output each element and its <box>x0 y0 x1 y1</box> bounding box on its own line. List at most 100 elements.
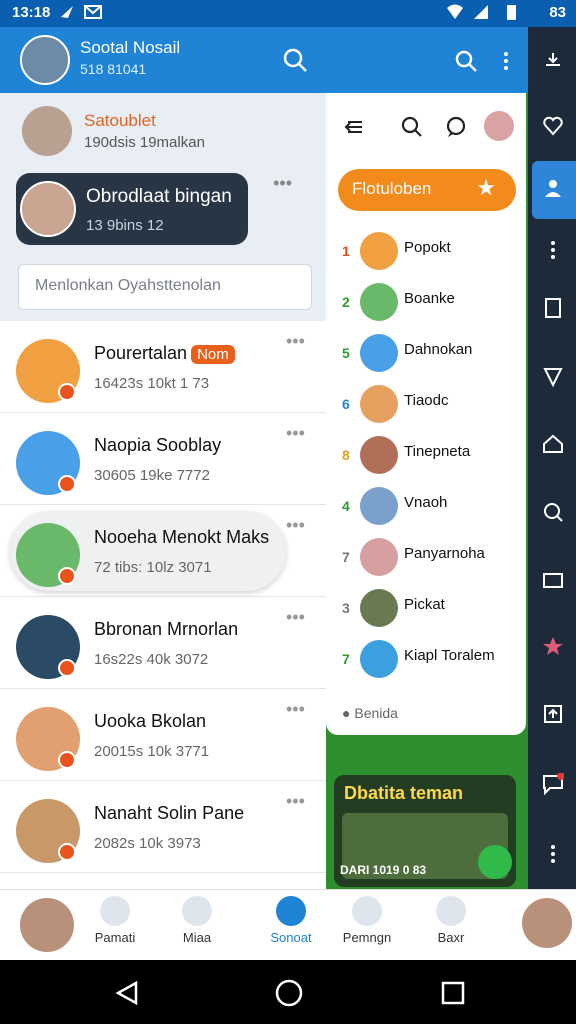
nav-label: Miaa <box>182 930 212 945</box>
more-icon[interactable]: ••• <box>273 173 292 194</box>
favorite-name: Vnaoh <box>404 494 448 511</box>
shield-icon[interactable] <box>542 365 564 387</box>
more-link[interactable]: ● Benida <box>342 705 398 721</box>
status-badge <box>58 383 76 401</box>
active-chat-pill[interactable]: Obrodlaat bingan 13 9bins 12 ••• <box>16 173 292 245</box>
chat-row[interactable]: Nooeha Menokt Maks 72 tibs: 10lz 3071 ••• <box>0 505 326 597</box>
more-icon[interactable]: ••• <box>286 515 305 536</box>
avatar <box>360 436 398 474</box>
status-badge <box>58 751 76 769</box>
favorite-item[interactable]: 6 Tiaodc <box>326 380 526 430</box>
nav-item-sonoat[interactable]: Sonoat <box>256 896 326 956</box>
favorite-item[interactable]: 4 Vnaoh <box>326 482 526 532</box>
rank-number: 5 <box>342 345 350 361</box>
more-icon[interactable]: ••• <box>286 607 305 628</box>
nav-item-pemngn[interactable]: Pemngn <box>332 896 402 956</box>
more-icon[interactable]: ••• <box>286 699 305 720</box>
favorite-item[interactable]: 7 Panyarnoha <box>326 533 526 583</box>
home-icon[interactable] <box>542 433 564 455</box>
status-badge <box>58 475 76 493</box>
chat-name-text: Nanaht Solin Pane <box>94 803 245 823</box>
heart-icon[interactable] <box>542 115 564 137</box>
recents-icon[interactable] <box>440 980 466 1006</box>
star-icon: ★ <box>476 175 496 200</box>
pinned-chat-name: Satoublet <box>84 111 156 130</box>
favorites-label: Flotuloben <box>352 179 432 198</box>
more-icon[interactable]: ••• <box>286 791 305 812</box>
status-bar: 13:18 83 <box>0 0 576 27</box>
rank-number: 7 <box>342 651 350 667</box>
favorite-name: Pickat <box>404 596 445 613</box>
mail-icon <box>84 5 102 19</box>
contacts-icon[interactable] <box>542 177 564 199</box>
favorites-panel: Flotuloben ★ 1 Popokt 2 Boanke 5 Dahnokan 6 Tia… <box>326 27 528 889</box>
favorites-button[interactable]: Flotuloben ★ <box>338 169 516 211</box>
more-icon[interactable]: ••• <box>286 331 305 352</box>
promo-card[interactable]: Dbatita teman DARI 1019 0 83 <box>334 775 516 887</box>
chat-bubble-icon[interactable] <box>444 115 468 139</box>
favorite-item[interactable]: 8 Tinepneta <box>326 431 526 481</box>
nav-item-miaa[interactable]: Miaa <box>162 896 232 956</box>
avatar <box>360 487 398 525</box>
chat-sub: 2082s 10k 3973 <box>94 835 201 852</box>
chat-row[interactable]: Uooka Bkolan 20015s 10k 3771 ••• <box>0 689 326 781</box>
profile-avatar[interactable] <box>20 35 70 85</box>
image-icon[interactable] <box>542 569 564 591</box>
search-icon[interactable] <box>282 47 308 73</box>
chat-row[interactable]: Bbronan Mrnorlan 16s22s 40k 3072 ••• <box>0 597 326 689</box>
avatar <box>360 334 398 372</box>
play-button[interactable] <box>478 845 512 879</box>
star-icon[interactable] <box>542 635 564 657</box>
avatar <box>360 589 398 627</box>
rank-number: 6 <box>342 396 350 412</box>
notification-icon <box>61 6 73 18</box>
chat-name-text: Bbronan Mrnorlan <box>94 619 239 639</box>
upload-icon[interactable] <box>542 703 564 725</box>
rank-number: 2 <box>342 294 350 310</box>
back-icon[interactable] <box>114 980 140 1006</box>
avatar[interactable] <box>20 898 74 952</box>
avatar[interactable] <box>484 111 514 141</box>
avatar <box>360 232 398 270</box>
search-input[interactable]: Menlonkan Oyahsttenolan <box>18 264 312 310</box>
nav-item-pamati[interactable]: Pamati <box>80 896 150 956</box>
more-vertical-icon[interactable] <box>494 49 518 73</box>
signal-icon <box>474 5 488 19</box>
avatar <box>22 106 72 156</box>
favorite-item[interactable]: 7 Kiapl Toralem <box>326 635 526 685</box>
chat-row[interactable]: Nanaht Solin Pane 2082s 10k 3973 ••• <box>0 781 326 873</box>
nav-icon <box>276 896 306 926</box>
nav-label: Pemngn <box>342 930 392 945</box>
favorite-item[interactable]: 2 Boanke <box>326 278 526 328</box>
nav-label: Sonoat <box>270 930 312 945</box>
more-icon[interactable]: ••• <box>286 423 305 444</box>
chat-icon[interactable] <box>542 773 564 795</box>
app-header: Sootal Nosail 518 81041 <box>0 27 326 93</box>
nav-item-baxr[interactable]: Baxr <box>416 896 486 956</box>
favorite-item[interactable]: 5 Dahnokan <box>326 329 526 379</box>
pinned-area: Satoublet 190dsis 19malkan Obrodlaat bin… <box>0 93 326 321</box>
rank-number: 8 <box>342 447 350 463</box>
chat-name: Pourertalan Nom <box>94 343 235 364</box>
back-arrow-icon[interactable] <box>342 115 366 139</box>
home-circle-icon[interactable] <box>275 979 303 1007</box>
chat-list-panel: Sootal Nosail 518 81041 Satoublet 190dsi… <box>0 27 326 889</box>
download-icon[interactable] <box>542 49 564 71</box>
chat-row[interactable]: Pourertalan Nom 16423s 10kt 1 73 ••• <box>0 321 326 413</box>
more-label: Benida <box>354 705 398 721</box>
favorite-name: Panyarnoha <box>404 545 485 562</box>
chat-name-text: Nooeha Menokt Maks <box>94 527 270 547</box>
search-icon[interactable] <box>454 49 478 73</box>
avatar[interactable] <box>522 898 572 948</box>
favorites-header <box>326 27 528 93</box>
more-vertical-icon[interactable] <box>542 239 564 261</box>
document-icon[interactable] <box>542 297 564 319</box>
more-vertical-icon[interactable] <box>542 843 564 865</box>
search-icon[interactable] <box>400 115 424 139</box>
favorite-item[interactable]: 3 Pickat <box>326 584 526 634</box>
chat-row[interactable]: Naopia Sooblay 30605 19ke 7772 ••• <box>0 413 326 505</box>
favorite-item[interactable]: 1 Popokt <box>326 227 526 277</box>
search-icon[interactable] <box>542 501 564 523</box>
rank-number: 3 <box>342 600 350 616</box>
nav-label: Pamati <box>94 930 136 945</box>
